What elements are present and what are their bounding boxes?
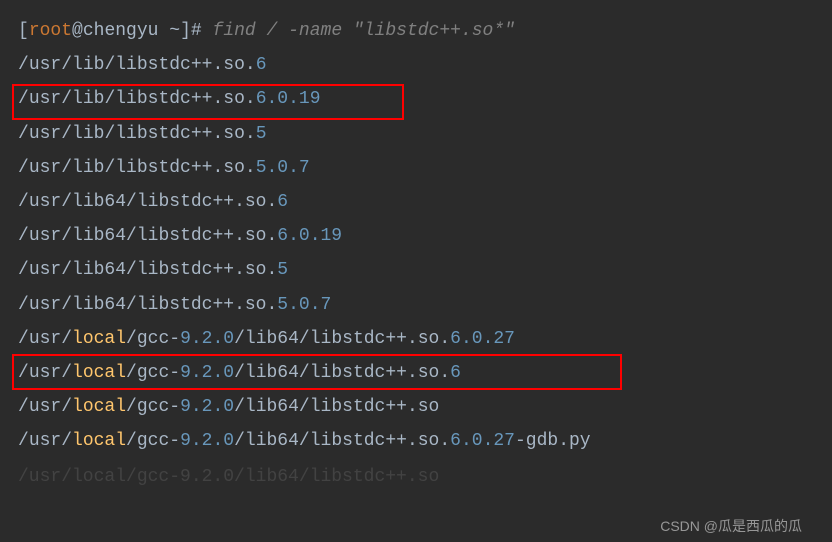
watermark-text: CSDN @瓜是西瓜的瓜 (660, 516, 802, 536)
output-line-5: /usr/lib64/libstdc++.so.6 (18, 185, 814, 219)
prompt-at: @ (72, 21, 83, 41)
command-text: find / -name "libstdc++.so*" (213, 21, 515, 41)
output-line-4: /usr/lib/libstdc++.so.5.0.7 (18, 151, 814, 185)
prompt-dir: ~ (169, 21, 180, 41)
output-line-3: /usr/lib/libstdc++.so.5 (18, 117, 814, 151)
prompt-open-bracket: [ (18, 21, 29, 41)
output-line-6: /usr/lib64/libstdc++.so.6.0.19 (18, 219, 814, 253)
prompt-space (158, 21, 169, 41)
terminal-window: [root@chengyu ~]# find / -name "libstdc+… (0, 0, 832, 509)
output-line-7: /usr/lib64/libstdc++.so.5 (18, 253, 814, 287)
output-line-2: /usr/lib/libstdc++.so.6.0.19 (18, 82, 814, 116)
output-line-11: /usr/local/gcc-9.2.0/lib64/libstdc++.so (18, 390, 814, 424)
prompt-line[interactable]: [root@chengyu ~]# find / -name "libstdc+… (18, 14, 814, 48)
output-line-12: /usr/local/gcc-9.2.0/lib64/libstdc++.so.… (18, 424, 814, 458)
prompt-hash: # (191, 21, 213, 41)
output-line-8: /usr/lib64/libstdc++.so.5.0.7 (18, 288, 814, 322)
output-line-9: /usr/local/gcc-9.2.0/lib64/libstdc++.so.… (18, 322, 814, 356)
prompt-host: chengyu (83, 21, 159, 41)
output-line-1: /usr/lib/libstdc++.so.6 (18, 48, 814, 82)
prompt-user: root (29, 21, 72, 41)
output-line-10: /usr/local/gcc-9.2.0/lib64/libstdc++.so.… (18, 356, 814, 390)
prompt-close-bracket: ] (180, 21, 191, 41)
faded-background-line: /usr/local/gcc-9.2.0/lib64/libstdc++.so (18, 460, 814, 494)
